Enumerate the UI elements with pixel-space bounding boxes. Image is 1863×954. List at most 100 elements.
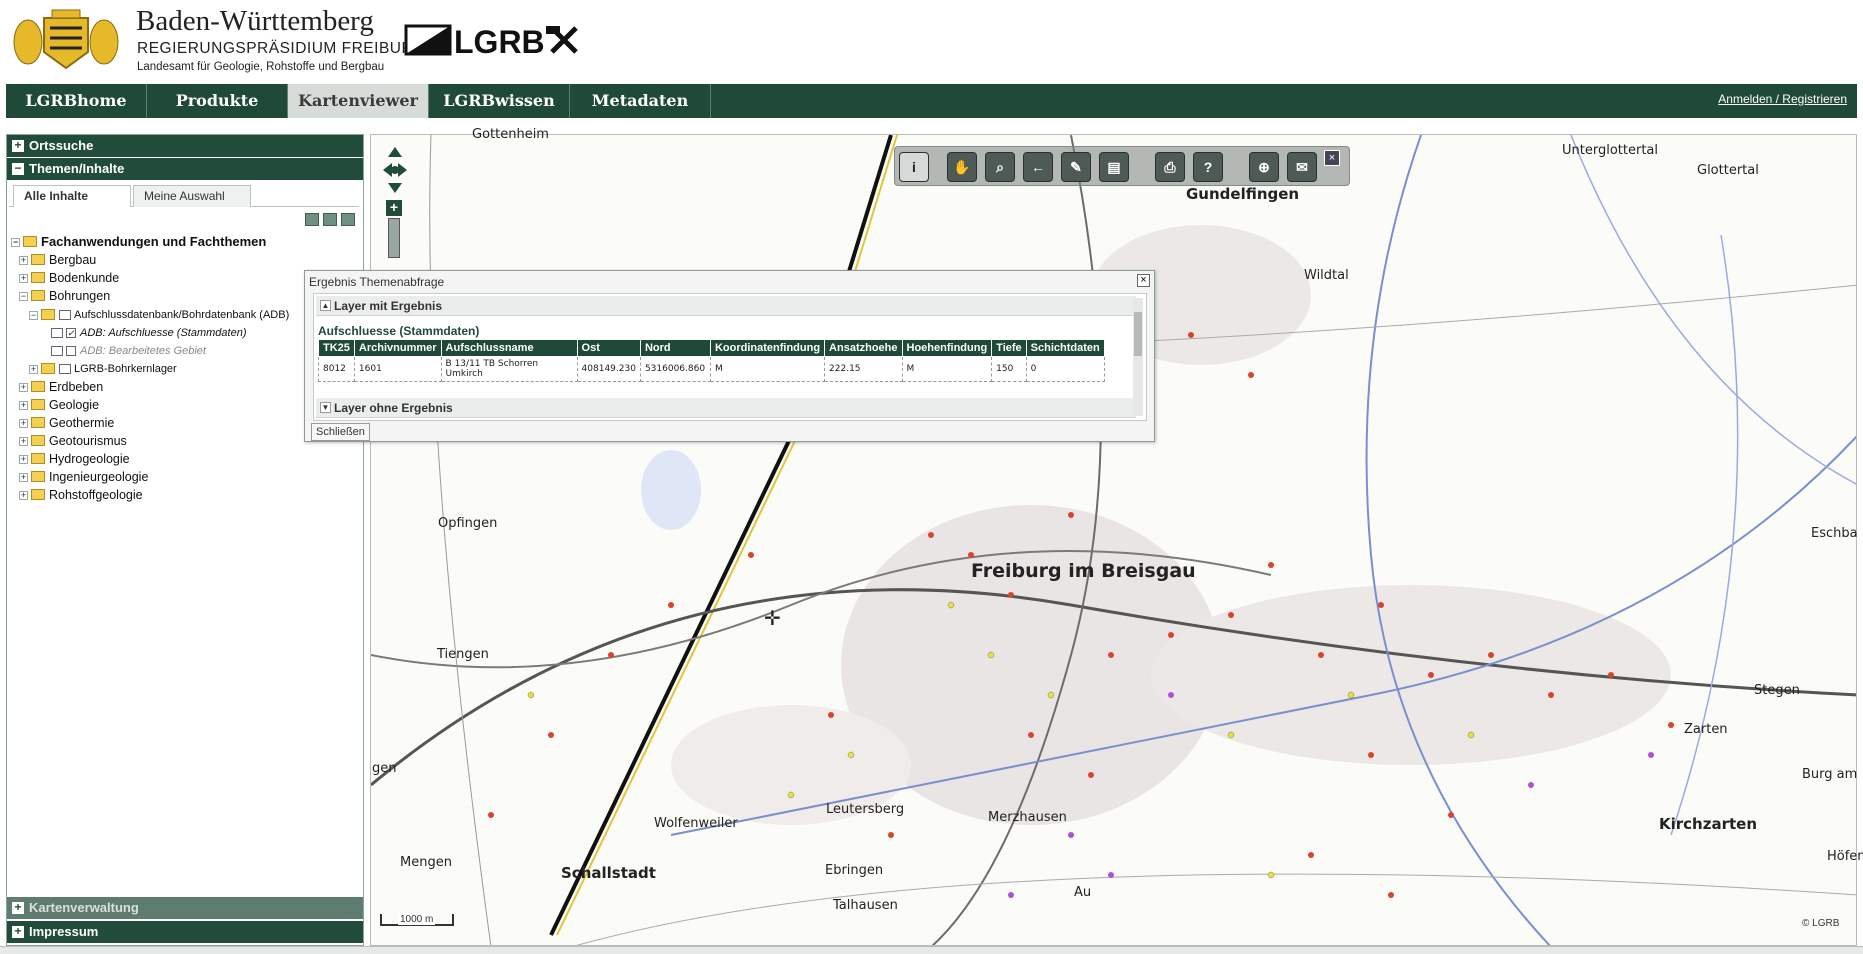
login-link[interactable]: Anmelden / Registrieren <box>1718 92 1847 106</box>
expand-arrow-icon[interactable]: ▼ <box>320 402 331 413</box>
back-icon[interactable]: ← <box>1023 152 1053 182</box>
svg-text:LGRB: LGRB <box>454 24 545 60</box>
nav-item-lgrbhome[interactable]: LGRBhome <box>6 84 147 118</box>
collapse-arrow-icon[interactable]: ▲ <box>320 300 331 311</box>
pencil-icon[interactable]: ✎ <box>1061 152 1091 182</box>
column-header[interactable]: Schichtdaten <box>1025 339 1105 357</box>
expand-all-icon[interactable] <box>305 213 319 226</box>
folder-icon <box>31 399 45 411</box>
dialog-scrollbar[interactable] <box>1133 298 1143 416</box>
tree-root[interactable]: − Fachanwendungen und Fachthemen <box>11 234 266 250</box>
column-header[interactable]: Archivnummer <box>353 339 442 357</box>
plus-icon: + <box>12 901 24 914</box>
map-label-opfingen: Opfingen <box>438 516 498 531</box>
tree-item-bodenkunde[interactable]: + Bodenkunde <box>19 270 119 286</box>
close-button[interactable]: Schließen <box>311 423 370 441</box>
map-label-wolfenweiler: Wolfenweiler <box>654 816 738 831</box>
section-label: Layer ohne Ergebnis <box>334 401 453 415</box>
tab-alle-inhalte[interactable]: Alle Inhalte <box>13 185 131 207</box>
authority-title: REGIERUNGSPRÄSIDIUM FREIBURG <box>137 40 426 57</box>
collapse-icon[interactable]: − <box>11 238 20 248</box>
expand-icon[interactable]: + <box>19 491 28 501</box>
tree-item-geologie[interactable]: + Geologie <box>19 397 99 413</box>
cell-tiefe: 150 <box>991 356 1027 382</box>
layers-icon[interactable]: ▤ <box>1099 152 1129 182</box>
map-label-wildtal: Wildtal <box>1304 268 1349 283</box>
layer-checkbox[interactable] <box>66 346 76 357</box>
nav-item-metadaten[interactable]: Metadaten <box>570 84 711 118</box>
printer-icon[interactable]: ⎙ <box>1155 152 1185 182</box>
tree-item-erdbeben[interactable]: + Erdbeben <box>19 379 103 395</box>
column-header[interactable]: TK25 <box>318 339 355 357</box>
help-icon[interactable]: ? <box>1193 152 1223 182</box>
tree-item-adb-bearbeitet[interactable]: ADB: Bearbeitetes Gebiet <box>51 343 206 359</box>
tree-item-adb[interactable]: − Aufschlussdatenbank/Bohrdatenbank (ADB) <box>29 307 289 323</box>
magnifier-icon[interactable]: ⌕ <box>985 152 1015 182</box>
column-header[interactable]: Aufschlussname <box>440 339 578 357</box>
refresh-icon[interactable] <box>341 213 355 226</box>
section-layer-without-result[interactable]: ▼ Layer ohne Ergebnis <box>316 398 1136 418</box>
layer-icon <box>51 328 63 339</box>
expand-icon[interactable]: + <box>19 383 28 393</box>
tree-item-hydrogeologie[interactable]: + Hydrogeologie <box>19 451 130 467</box>
column-header[interactable]: Ansatzhoehe <box>824 339 903 357</box>
zoom-extent-icon[interactable]: ⊕ <box>1249 152 1279 182</box>
expand-icon[interactable]: + <box>29 364 38 374</box>
accordion-ortssuche[interactable]: + Ortssuche <box>7 135 363 157</box>
column-header[interactable]: Ost <box>576 339 641 357</box>
tree-item-geotourismus[interactable]: + Geotourismus <box>19 433 127 449</box>
expand-icon[interactable]: + <box>19 419 28 429</box>
notes-icon[interactable]: ✉ <box>1287 152 1317 182</box>
tab-meine-auswahl[interactable]: Meine Auswahl <box>133 185 251 207</box>
column-header[interactable]: Koordinatenfindung <box>709 339 826 357</box>
expand-icon[interactable]: + <box>19 473 28 483</box>
cell-ansatzhoehe: 222.15 <box>824 356 903 382</box>
scrollbar-thumb[interactable] <box>1134 312 1142 356</box>
tree-item-bohrungen[interactable]: − Bohrungen <box>19 288 110 304</box>
layer-icon <box>51 346 63 357</box>
map-label-hofen: Höfen <box>1827 849 1863 864</box>
nav-item-lgrbwissen[interactable]: LGRBwissen <box>429 84 570 118</box>
map-label-gen: gen <box>372 761 397 776</box>
nav-item-kartenviewer[interactable]: Kartenviewer <box>288 84 429 118</box>
map-label-eschbach: Eschba <box>1811 526 1858 541</box>
pan-control-icon[interactable] <box>380 145 410 195</box>
collapse-all-icon[interactable] <box>323 213 337 226</box>
tree-label: Fachanwendungen und Fachthemen <box>41 234 267 249</box>
accordion-impressum[interactable]: + Impressum <box>7 921 363 943</box>
info-icon[interactable]: i <box>899 152 929 182</box>
tree-item-bergbau[interactable]: + Bergbau <box>19 252 96 268</box>
expand-icon[interactable]: + <box>19 401 28 411</box>
section-label: Layer mit Ergebnis <box>334 299 443 313</box>
accordion-themen[interactable]: − Themen/Inhalte <box>7 158 363 180</box>
tree-item-bohrkernlager[interactable]: + LGRB-Bohrkernlager <box>29 361 177 377</box>
accordion-kartenverwaltung[interactable]: + Kartenverwaltung <box>7 897 363 919</box>
expand-icon[interactable]: + <box>19 256 28 266</box>
tree-label: Geothermie <box>49 416 115 430</box>
tree-item-geothermie[interactable]: + Geothermie <box>19 415 114 431</box>
expand-icon[interactable]: + <box>19 274 28 284</box>
expand-icon[interactable]: + <box>19 455 28 465</box>
table-row[interactable]: 8012 1601 B 13/11 TB Schorren Umkirch 40… <box>318 356 1105 382</box>
collapse-icon[interactable]: − <box>29 310 38 320</box>
close-icon[interactable]: × <box>1137 274 1150 287</box>
tree-item-ingenieurgeologie[interactable]: + Ingenieurgeologie <box>19 469 148 485</box>
hand-icon[interactable]: ✋ <box>947 152 977 182</box>
column-header[interactable]: Hoehenfindung <box>901 339 993 357</box>
column-header[interactable]: Tiefe <box>991 339 1027 357</box>
collapse-icon[interactable]: − <box>19 292 28 302</box>
layer-checkbox[interactable]: ✓ <box>66 328 76 339</box>
tree-label: Geotourismus <box>49 434 127 448</box>
tree-item-rohstoffgeologie[interactable]: + Rohstoffgeologie <box>19 487 143 503</box>
map-canvas[interactable] <box>370 134 1857 946</box>
zoom-in-button[interactable]: + <box>386 200 402 216</box>
tree-label: Bodenkunde <box>49 271 120 285</box>
section-layer-with-result[interactable]: ▲ Layer mit Ergebnis <box>316 296 1136 316</box>
map-label-gundelfingen: Gundelfingen <box>1186 185 1300 203</box>
tree-item-adb-stammdaten[interactable]: ✓ ADB: Aufschluesse (Stammdaten) <box>51 325 247 341</box>
expand-icon[interactable]: + <box>19 437 28 447</box>
zoom-slider[interactable] <box>388 218 400 258</box>
nav-item-produkte[interactable]: Produkte <box>147 84 288 118</box>
column-header[interactable]: Nord <box>639 339 711 357</box>
close-icon[interactable]: × <box>1324 150 1340 166</box>
